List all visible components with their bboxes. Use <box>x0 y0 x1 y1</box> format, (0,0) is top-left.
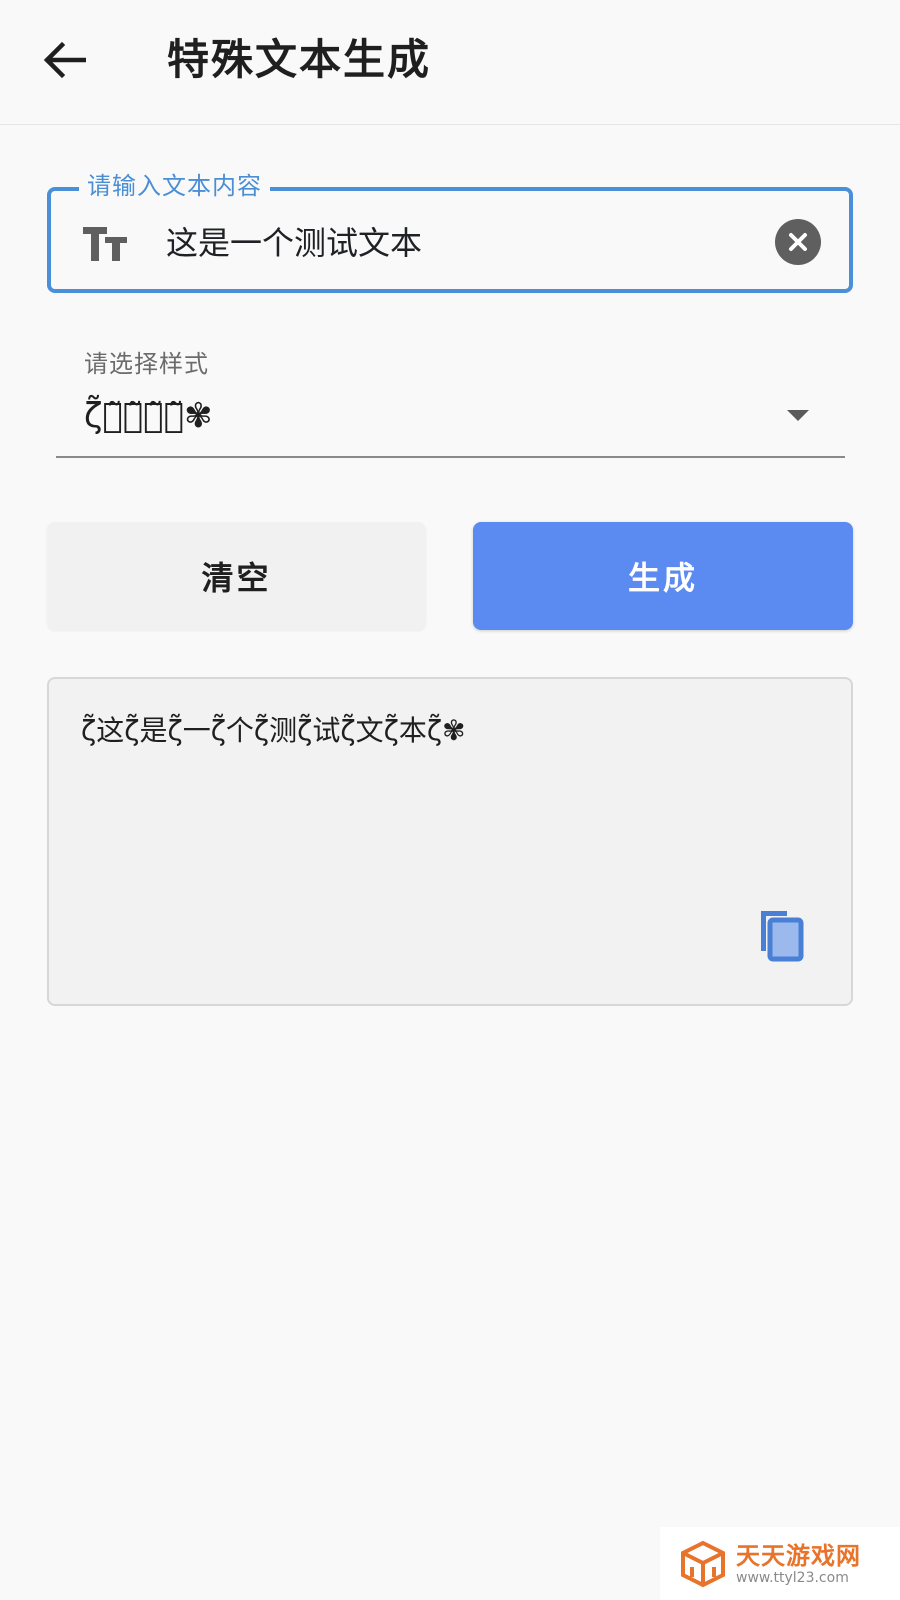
watermark-logo-icon <box>681 1540 725 1587</box>
text-format-icon <box>83 227 127 261</box>
clear-input-button[interactable] <box>775 219 821 265</box>
app-bar: 特殊文本生成 <box>0 0 900 125</box>
output-box: ζ̃这ζ̃是ζ̃一ζ̃个ζ̃测ζ̃试ζ̃文ζ̃本ζ̃✾ <box>47 677 853 1006</box>
generate-button[interactable]: 生成 <box>473 522 853 630</box>
output-text: ζ̃这ζ̃是ζ̃一ζ̃个ζ̃测ζ̃试ζ̃文ζ̃本ζ̃✾ <box>81 714 466 747</box>
style-select-label: 请选择样式 <box>84 350 209 378</box>
watermark: 天天游戏网 www.ttyl23.com <box>660 1527 900 1600</box>
arrow-left-icon <box>43 41 86 79</box>
cancel-circle-icon <box>789 233 807 251</box>
style-select-value: ζ̃测̃试̃测̃试̃✾ <box>84 396 213 436</box>
text-input-label: 请输入文本内容 <box>79 169 270 203</box>
back-button[interactable] <box>34 30 94 90</box>
chevron-down-icon <box>787 410 809 421</box>
page-title: 特殊文本生成 <box>167 35 432 84</box>
copy-icon[interactable] <box>753 907 805 963</box>
watermark-url: www.ttyl23.com <box>736 1569 849 1586</box>
text-input[interactable] <box>166 213 726 269</box>
clear-button[interactable]: 清空 <box>47 522 426 630</box>
style-select[interactable]: 请选择样式 ζ̃测̃试̃测̃试̃✾ <box>56 340 845 458</box>
text-input-field[interactable]: 请输入文本内容 <box>47 169 853 293</box>
watermark-name: 天天游戏网 <box>736 1541 861 1570</box>
